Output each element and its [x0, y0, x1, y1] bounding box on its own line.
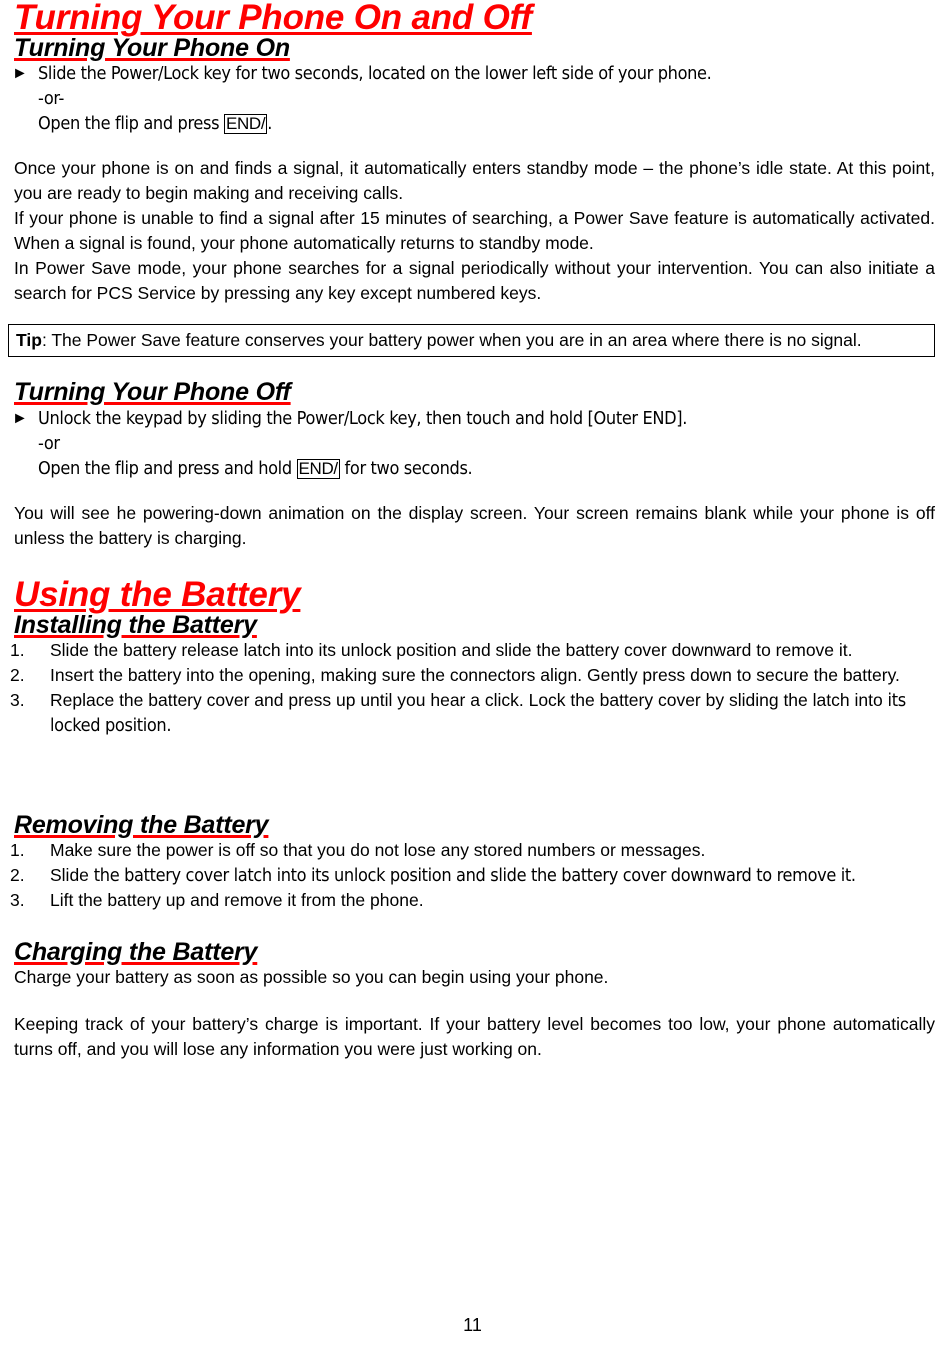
bullet-arrow-icon: ► [12, 65, 28, 83]
paragraph-group-standby: Once your phone is on and finds a signal… [0, 156, 945, 306]
heading-charging-the-battery: Charging the Battery [14, 938, 258, 966]
list-item-number: 3. [10, 890, 25, 910]
bullet-arrow-icon: ► [12, 409, 28, 427]
heading-removing-the-battery: Removing the Battery [14, 810, 269, 839]
heading-turning-phone-off: Turning Your Phone Off [14, 378, 291, 407]
list-item-number: 1. [10, 840, 25, 860]
list-item-number: 1. [10, 639, 25, 660]
list-item-text: Lift the battery up and remove it from t… [50, 890, 424, 910]
bullet-off-line-1: Unlock the keypad by sliding the Power/L… [38, 407, 688, 429]
paragraph-charge-soon: Charge your battery as soon as possible … [14, 967, 609, 988]
list-item-text: Insert the battery into the opening, mak… [50, 664, 900, 685]
paragraph-group-charging: Charge your battery as soon as possible … [0, 965, 945, 1062]
list-item-text: Make sure the power is off so that you d… [50, 840, 706, 860]
tip-label: Tip [16, 330, 42, 351]
list-installing-battery: 1. Slide the battery release latch into … [0, 638, 945, 738]
list-removing-battery: 1. Make sure the power is off so that yo… [0, 838, 945, 913]
bullet-line-3-suffix: . [267, 113, 272, 135]
tip-box: Tip: The Power Save feature conserves yo… [8, 324, 935, 358]
list-item-number: 2. [10, 865, 25, 885]
list-item-number: 3. [10, 689, 25, 710]
list-item: 2. Insert the battery into the opening, … [0, 663, 945, 688]
page-number: 11 [463, 1315, 482, 1335]
bullet-line-1: Slide the Power/Lock key for two seconds… [38, 63, 712, 85]
paragraph-keeping-track: Keeping track of your battery’s charge i… [14, 1014, 935, 1060]
bullet-off-line-3-suffix: for two seconds. [339, 457, 473, 479]
list-item: 3. Lift the battery up and remove it fro… [0, 888, 945, 913]
end-key-cap: END/ [296, 458, 340, 479]
tip-body: : The Power Save feature conserves your … [41, 330, 862, 351]
list-item-text: Replace the battery cover and press up u… [50, 688, 945, 738]
list-item-number: 2. [10, 664, 25, 685]
list-item: 2. Slide the battery cover latch into it… [0, 863, 945, 888]
list-item: 1. Slide the battery release latch into … [0, 638, 945, 663]
bullet-line-3: Open the flip and press END/. [38, 111, 945, 136]
paragraph-power-save-search: In Power Save mode, your phone searches … [14, 258, 935, 304]
list-item: 3. Replace the battery cover and press u… [0, 688, 945, 738]
heading-using-the-battery: Using the Battery [14, 574, 301, 614]
list-item-text: Slide the battery release latch into its… [50, 639, 853, 660]
bullet-line-or: -or- [38, 88, 65, 110]
list-item-text: Slide the battery cover latch into its u… [50, 863, 945, 888]
list-item-text-part1: Replace the battery cover and press up u… [50, 689, 888, 710]
heading-installing-the-battery: Installing the Battery [14, 610, 257, 639]
list-item: 1. Make sure the power is off so that yo… [0, 838, 945, 863]
bullet-turn-on: ► Slide the Power/Lock key for two secon… [0, 61, 945, 136]
bullet-turn-off: ► Unlock the keypad by sliding the Power… [0, 406, 945, 481]
list-item-text-part2: the battery cover latch into its unlock … [93, 865, 856, 886]
bullet-line-3-prefix: Open the flip and press [38, 113, 224, 135]
bullet-off-line-3: Open the flip and press and hold END/ fo… [38, 456, 945, 481]
bullet-off-line-3-prefix: Open the flip and press and hold [38, 457, 297, 479]
paragraph-power-save: If your phone is unable to find a signal… [14, 208, 935, 254]
end-key-cap: END/ [223, 114, 268, 135]
document-page: Turning Your Phone On and Off Turning Yo… [0, 0, 945, 1356]
heading-turning-phone-on: Turning Your Phone On [14, 34, 290, 62]
paragraph-group-power-down: You will see he powering-down animation … [0, 501, 945, 551]
list-item-text-part1: Slide [50, 865, 94, 885]
paragraph-powering-down: You will see he powering-down animation … [14, 502, 935, 548]
paragraph-standby-mode: Once your phone is on and finds a signal… [14, 158, 935, 204]
bullet-off-line-or: -or [38, 432, 60, 454]
page-title: Turning Your Phone On and Off [14, 0, 532, 37]
tip-text: Tip: The Power Save feature conserves yo… [16, 328, 928, 353]
